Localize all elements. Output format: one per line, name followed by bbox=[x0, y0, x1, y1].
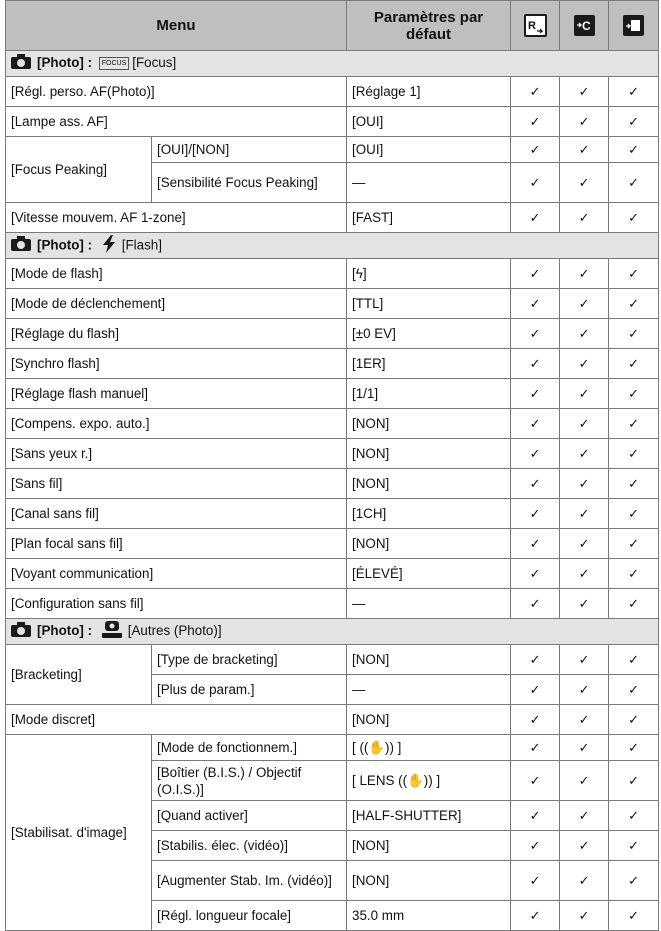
defaults-header: Paramètres par défaut bbox=[346, 0, 512, 51]
svg-text:R: R bbox=[528, 20, 536, 32]
section-flash: [Photo] : [Flash] bbox=[4, 232, 660, 259]
table-row: [Sans yeux r.] [NON] ✓ ✓ ✓ bbox=[4, 438, 660, 469]
flash-icon bbox=[102, 234, 116, 257]
table-row: [Compens. expo. auto.] [NON] ✓ ✓ ✓ bbox=[4, 408, 660, 439]
section-focus: [Photo] : FOCUS [Focus] bbox=[4, 50, 660, 77]
section-autres: [Photo] : [Autres (Photo)] bbox=[4, 618, 660, 645]
table-row: [Mode de flash] [ϟ] ✓ ✓ ✓ bbox=[4, 258, 660, 289]
table-row: [Mode discret] [NON] ✓ ✓ ✓ bbox=[4, 704, 660, 735]
table-row: [Réglage du flash] [±0 EV] ✓ ✓ ✓ bbox=[4, 318, 660, 349]
svg-text:C: C bbox=[582, 19, 591, 33]
camera-icon bbox=[11, 54, 31, 73]
other-icon bbox=[101, 621, 122, 642]
focus-icon: FOCUS bbox=[98, 57, 130, 70]
custom-icon: C bbox=[573, 15, 595, 36]
table-row: [Bracketing] [Type de bracketing] [NON] … bbox=[5, 644, 660, 705]
camera-icon bbox=[11, 236, 31, 255]
reset-icon: R bbox=[523, 14, 547, 37]
copy-icon bbox=[623, 15, 645, 36]
table-row: [Régl. perso. AF(Photo)] [Réglage 1] ✓ ✓ ✓ bbox=[4, 76, 660, 107]
table-row: [Réglage flash manuel] [1/1] ✓ ✓ ✓ bbox=[4, 378, 660, 409]
table-row: [Synchro flash] [1ER] ✓ ✓ ✓ bbox=[4, 348, 660, 379]
table-row: [Focus Peaking] [OUI]/[NON] [OUI] ✓ ✓ ✓ bbox=[5, 136, 660, 203]
table-row: [Stabilisat. d'image] [Mode de fonctionn… bbox=[5, 734, 660, 931]
defaults-table: Menu Paramètres par défaut R C [Photo] :… bbox=[4, 0, 660, 931]
camera-icon bbox=[11, 622, 31, 641]
table-row: [Canal sans fil] [1CH] ✓ ✓ ✓ bbox=[4, 498, 660, 529]
table-row: [Sans fil] [NON] ✓ ✓ ✓ bbox=[4, 468, 660, 499]
table-row: [Vitesse mouvem. AF 1-zone] [FAST] ✓ ✓ ✓ bbox=[4, 202, 660, 233]
table-row: [Lampe ass. AF] [OUI] ✓ ✓ ✓ bbox=[4, 106, 660, 137]
table-row: [Voyant communication] [ÉLEVÉ] ✓ ✓ ✓ bbox=[4, 558, 660, 589]
table-row: [Plan focal sans fil] [NON] ✓ ✓ ✓ bbox=[4, 528, 660, 559]
table-row: [Mode de déclenchement] [TTL] ✓ ✓ ✓ bbox=[4, 288, 660, 319]
menu-header: Menu bbox=[4, 0, 348, 51]
table-row: [Configuration sans fil] — ✓ ✓ ✓ bbox=[4, 588, 660, 619]
